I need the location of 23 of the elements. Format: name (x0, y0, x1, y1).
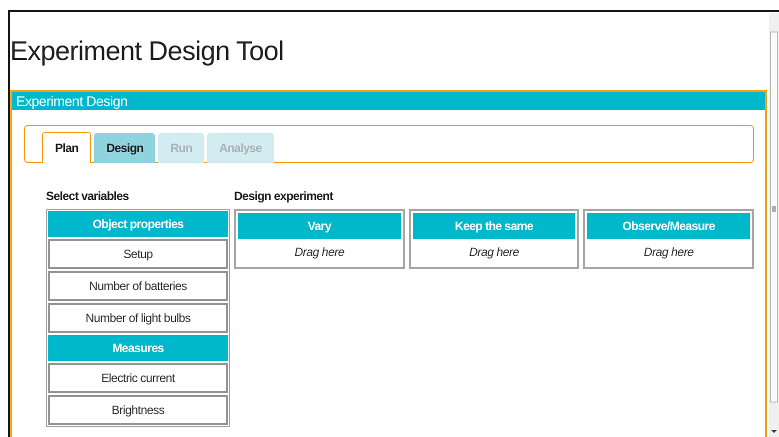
column-header: Observe/Measure (587, 213, 750, 239)
scrollbar[interactable] (769, 12, 779, 437)
page-title: Experiment Design Tool (10, 35, 285, 66)
tab[interactable]: Design (94, 133, 156, 163)
tab[interactable]: Plan (42, 132, 92, 163)
drop-hint: Drag here (642, 244, 695, 261)
column-header: Keep the same (412, 213, 576, 239)
panel-header: Experiment Design (12, 92, 765, 110)
drop-zone[interactable]: Vary Drag here (234, 209, 405, 269)
drop-zone[interactable]: Observe/Measure Drag here (583, 209, 754, 269)
drop-hint: Drag here (293, 244, 346, 261)
column-header: Vary (238, 213, 401, 239)
variable-item[interactable]: Number of batteries (48, 271, 228, 301)
variable-item[interactable]: Electric current (48, 363, 228, 393)
drop-hint: Drag here (468, 244, 520, 261)
variable-item[interactable]: Brightness (48, 395, 228, 425)
variable-item[interactable]: Number of light bulbs (48, 303, 228, 333)
group-header: Object properties (48, 211, 228, 237)
variable-item[interactable]: Setup (48, 239, 228, 269)
section-heading: Select variables (46, 189, 130, 205)
section-heading: Design experiment (234, 189, 334, 205)
drop-zone[interactable]: Keep the same Drag here (408, 209, 580, 269)
group-header: Measures (48, 335, 228, 361)
